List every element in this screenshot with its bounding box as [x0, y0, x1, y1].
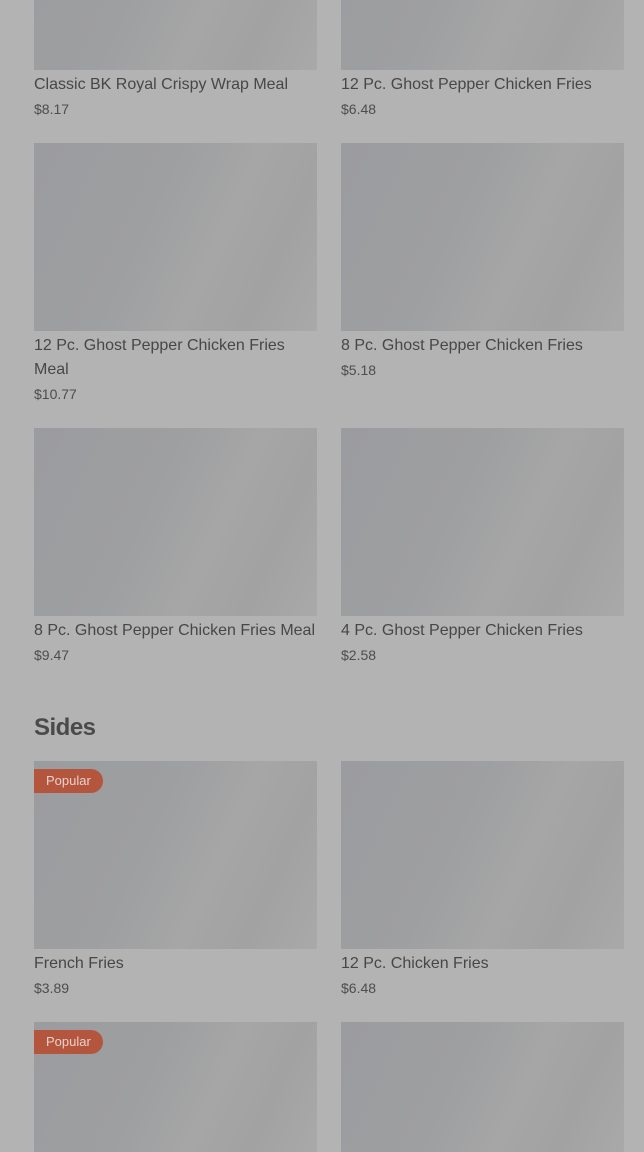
menu-item-price: $6.48 [341, 980, 377, 996]
menu-item-name: 8 Pc. Ghost Pepper Chicken Fries Meal [34, 622, 316, 639]
menu-item-price: $8.17 [34, 101, 70, 117]
menu-item-card[interactable]: Popular French Fries $3.89 [34, 761, 317, 997]
menu-item-card[interactable]: Popular [34, 1022, 317, 1152]
menu-item-image [341, 761, 624, 949]
menu-item-price: $9.47 [34, 647, 70, 663]
menu-row: 12 Pc. Ghost Pepper Chicken Fries Meal $… [34, 143, 624, 403]
menu-item-card[interactable]: 8 Pc. Ghost Pepper Chicken Fries $5.18 [341, 143, 624, 403]
menu-item-name: 12 Pc. Chicken Fries [341, 955, 489, 972]
popular-badge: Popular [34, 1030, 103, 1054]
menu-item-price: $3.89 [34, 980, 70, 996]
menu-item-name: 8 Pc. Ghost Pepper Chicken Fries [341, 337, 583, 354]
menu-item-image [34, 143, 317, 331]
menu-item-image [341, 0, 624, 70]
menu-item-price: $5.18 [341, 362, 377, 378]
menu-item-price: $10.77 [34, 386, 77, 402]
menu-item-name: 12 Pc. Ghost Pepper Chicken Fries [341, 76, 592, 93]
menu-item-image [341, 428, 624, 616]
menu-row: Popular [34, 1022, 624, 1152]
menu-row: Classic BK Royal Crispy Wrap Meal $8.17 … [34, 0, 624, 118]
menu-item-image [34, 428, 317, 616]
menu-item-card[interactable]: 4 Pc. Ghost Pepper Chicken Fries $2.58 [341, 428, 624, 664]
popular-badge: Popular [34, 769, 103, 793]
menu-item-name: Classic BK Royal Crispy Wrap Meal [34, 76, 288, 93]
section-title-sides: Sides [34, 714, 96, 741]
menu-item-price: $2.58 [341, 647, 377, 663]
menu-row: 8 Pc. Ghost Pepper Chicken Fries Meal $9… [34, 428, 624, 664]
menu-item-card[interactable]: 8 Pc. Ghost Pepper Chicken Fries Meal $9… [34, 428, 317, 664]
menu-item-card[interactable]: 12 Pc. Chicken Fries $6.48 [341, 761, 624, 997]
menu-item-price: $6.48 [341, 101, 377, 117]
menu-item-name: 4 Pc. Ghost Pepper Chicken Fries [341, 622, 583, 639]
menu-item-card[interactable]: Classic BK Royal Crispy Wrap Meal $8.17 [34, 0, 317, 118]
menu-row: Popular French Fries $3.89 12 Pc. Chicke… [34, 761, 624, 997]
menu-item-image [34, 0, 317, 70]
menu-item-image [341, 1022, 624, 1152]
menu-item-name: French Fries [34, 955, 124, 972]
menu-item-image [341, 143, 624, 331]
menu-item-image: Popular [34, 761, 317, 949]
menu-item-card[interactable]: 12 Pc. Ghost Pepper Chicken Fries Meal $… [34, 143, 317, 403]
menu-item-image: Popular [34, 1022, 317, 1152]
menu-item-name: 12 Pc. Ghost Pepper Chicken Fries Meal [34, 337, 285, 378]
menu-item-card[interactable]: 12 Pc. Ghost Pepper Chicken Fries $6.48 [341, 0, 624, 118]
menu-item-card[interactable] [341, 1022, 624, 1152]
